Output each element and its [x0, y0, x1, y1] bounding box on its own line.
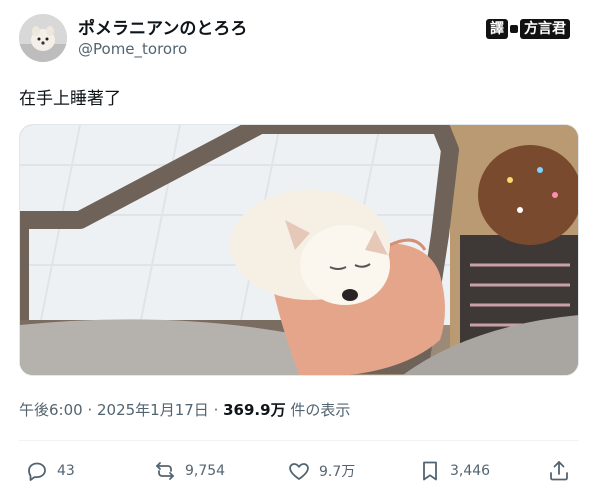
author-handle[interactable]: @Pome_tororo	[78, 40, 187, 58]
bookmark-icon	[423, 461, 437, 481]
bookmark-button[interactable]: 3,446	[418, 454, 490, 488]
bookmark-count: 3,446	[450, 463, 491, 479]
meta-separator: ·	[82, 401, 97, 419]
avatar[interactable]	[19, 14, 67, 62]
tweet-text: 在手上睡著了	[19, 89, 121, 109]
reply-count: 43	[57, 463, 75, 479]
heart-icon	[289, 463, 309, 480]
view-count-suffix: 件の表示	[285, 401, 351, 419]
avatar-image	[19, 14, 67, 62]
author-display-name[interactable]: ポメラニアンのとろろ	[78, 14, 247, 39]
badge-dot-icon	[510, 25, 518, 33]
reply-icon	[28, 462, 46, 481]
view-count: 369.9万	[223, 401, 286, 419]
repost-count: 9,754	[185, 463, 226, 479]
badge-left-text: 譯	[486, 19, 508, 39]
tweet-date[interactable]: 2025年1月17日	[97, 401, 209, 419]
repost-icon	[156, 462, 174, 480]
translator-badge: 譯 方言君	[486, 18, 570, 40]
repost-button[interactable]: 9,754	[153, 454, 225, 488]
tweet-meta: 午後6:00 · 2025年1月17日 · 369.9万 件の表示	[19, 399, 350, 420]
reply-button[interactable]: 43	[25, 454, 75, 488]
share-icon	[550, 461, 568, 481]
share-button[interactable]	[547, 454, 571, 488]
tweet-photo[interactable]	[19, 124, 579, 376]
like-button[interactable]: 9.7万	[287, 454, 355, 488]
badge-right-text: 方言君	[520, 19, 570, 39]
action-bar: 43 9,754 9.7万 3,446	[19, 454, 579, 488]
photo-illustration	[20, 125, 578, 375]
meta-separator: ·	[208, 401, 224, 419]
like-count: 9.7万	[319, 464, 356, 480]
tweet-time[interactable]: 午後6:00	[19, 401, 83, 419]
divider	[19, 440, 579, 441]
